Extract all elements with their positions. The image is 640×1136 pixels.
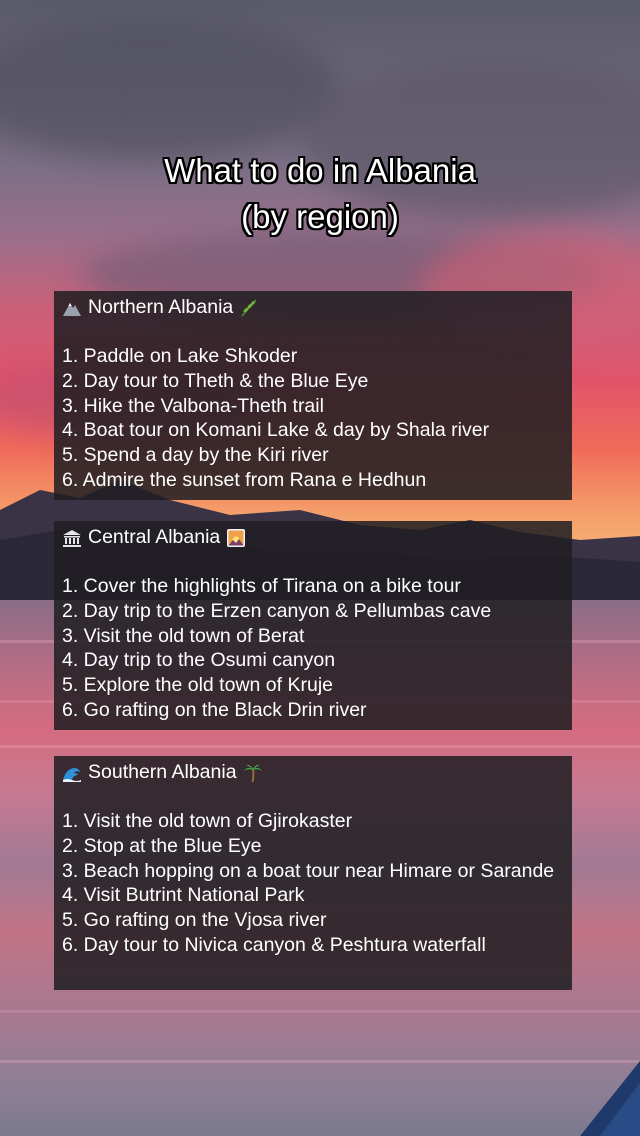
list-item: 4. Boat tour on Komani Lake & day by Sha… xyxy=(62,419,490,442)
section-heading: Central Albania xyxy=(62,525,572,550)
water-ripple xyxy=(0,1010,640,1013)
list-item: 6. Go rafting on the Black Drin river xyxy=(62,698,367,721)
list-item: 3. Beach hopping on a boat tour near Him… xyxy=(62,859,555,882)
activity-list: 1. Cover the highlights of Tirana on a b… xyxy=(62,574,572,723)
list-item: 2. Stop at the Blue Eye xyxy=(62,834,262,857)
page-title: What to do in Albania (by region) xyxy=(0,148,640,240)
activity-list: 1. Paddle on Lake Shkoder 2. Day tour to… xyxy=(62,344,572,493)
title-line-2: (by region) xyxy=(241,198,399,235)
list-item: 2. Day trip to the Erzen canyon & Pellum… xyxy=(62,599,492,622)
section-title: Southern Albania xyxy=(88,761,237,784)
list-item: 5. Spend a day by the Kiri river xyxy=(62,444,329,467)
section-title: Northern Albania xyxy=(88,296,234,319)
list-item: 2. Day tour to Theth & the Blue Eye xyxy=(62,369,369,392)
herb-icon xyxy=(241,298,257,317)
sunrise-icon xyxy=(227,528,246,547)
section-heading: Northern Albania xyxy=(62,295,572,320)
list-item: 1. Paddle on Lake Shkoder xyxy=(62,345,298,367)
list-item: 1. Visit the old town of Gjirokaster xyxy=(62,810,353,832)
classical-building-icon xyxy=(63,529,81,547)
section-heading: Southern Albania xyxy=(62,760,572,785)
section-title: Central Albania xyxy=(88,526,221,549)
title-line-1: What to do in Albania xyxy=(164,152,476,189)
mountain-icon xyxy=(63,302,81,316)
list-item: 5. Go rafting on the Vjosa river xyxy=(62,909,327,932)
southern-albania-card: Southern Albania 1. Visit the old town o… xyxy=(54,756,572,990)
central-albania-card: Central Albania 1. Cover the highlights … xyxy=(54,521,572,730)
activity-list: 1. Visit the old town of Gjirokaster 2. … xyxy=(62,809,572,958)
list-item: 3. Visit the old town of Berat xyxy=(62,624,305,647)
water-ripple xyxy=(0,745,640,748)
boat-hull xyxy=(580,1061,640,1136)
wave-icon xyxy=(63,767,81,782)
list-item: 5. Explore the old town of Kruje xyxy=(62,674,333,697)
list-item: 4. Visit Butrint National Park xyxy=(62,884,305,907)
list-item: 6. Admire the sunset from Rana e Hedhun xyxy=(62,468,427,491)
northern-albania-card: Northern Albania 1. Paddle on Lake Shkod… xyxy=(54,291,572,500)
palm-tree-icon xyxy=(243,764,262,782)
list-item: 3. Hike the Valbona-Theth trail xyxy=(62,394,324,417)
list-item: 6. Day tour to Nivica canyon & Peshtura … xyxy=(62,933,486,956)
list-item: 4. Day trip to the Osumi canyon xyxy=(62,649,336,672)
list-item: 1. Cover the highlights of Tirana on a b… xyxy=(62,575,461,597)
